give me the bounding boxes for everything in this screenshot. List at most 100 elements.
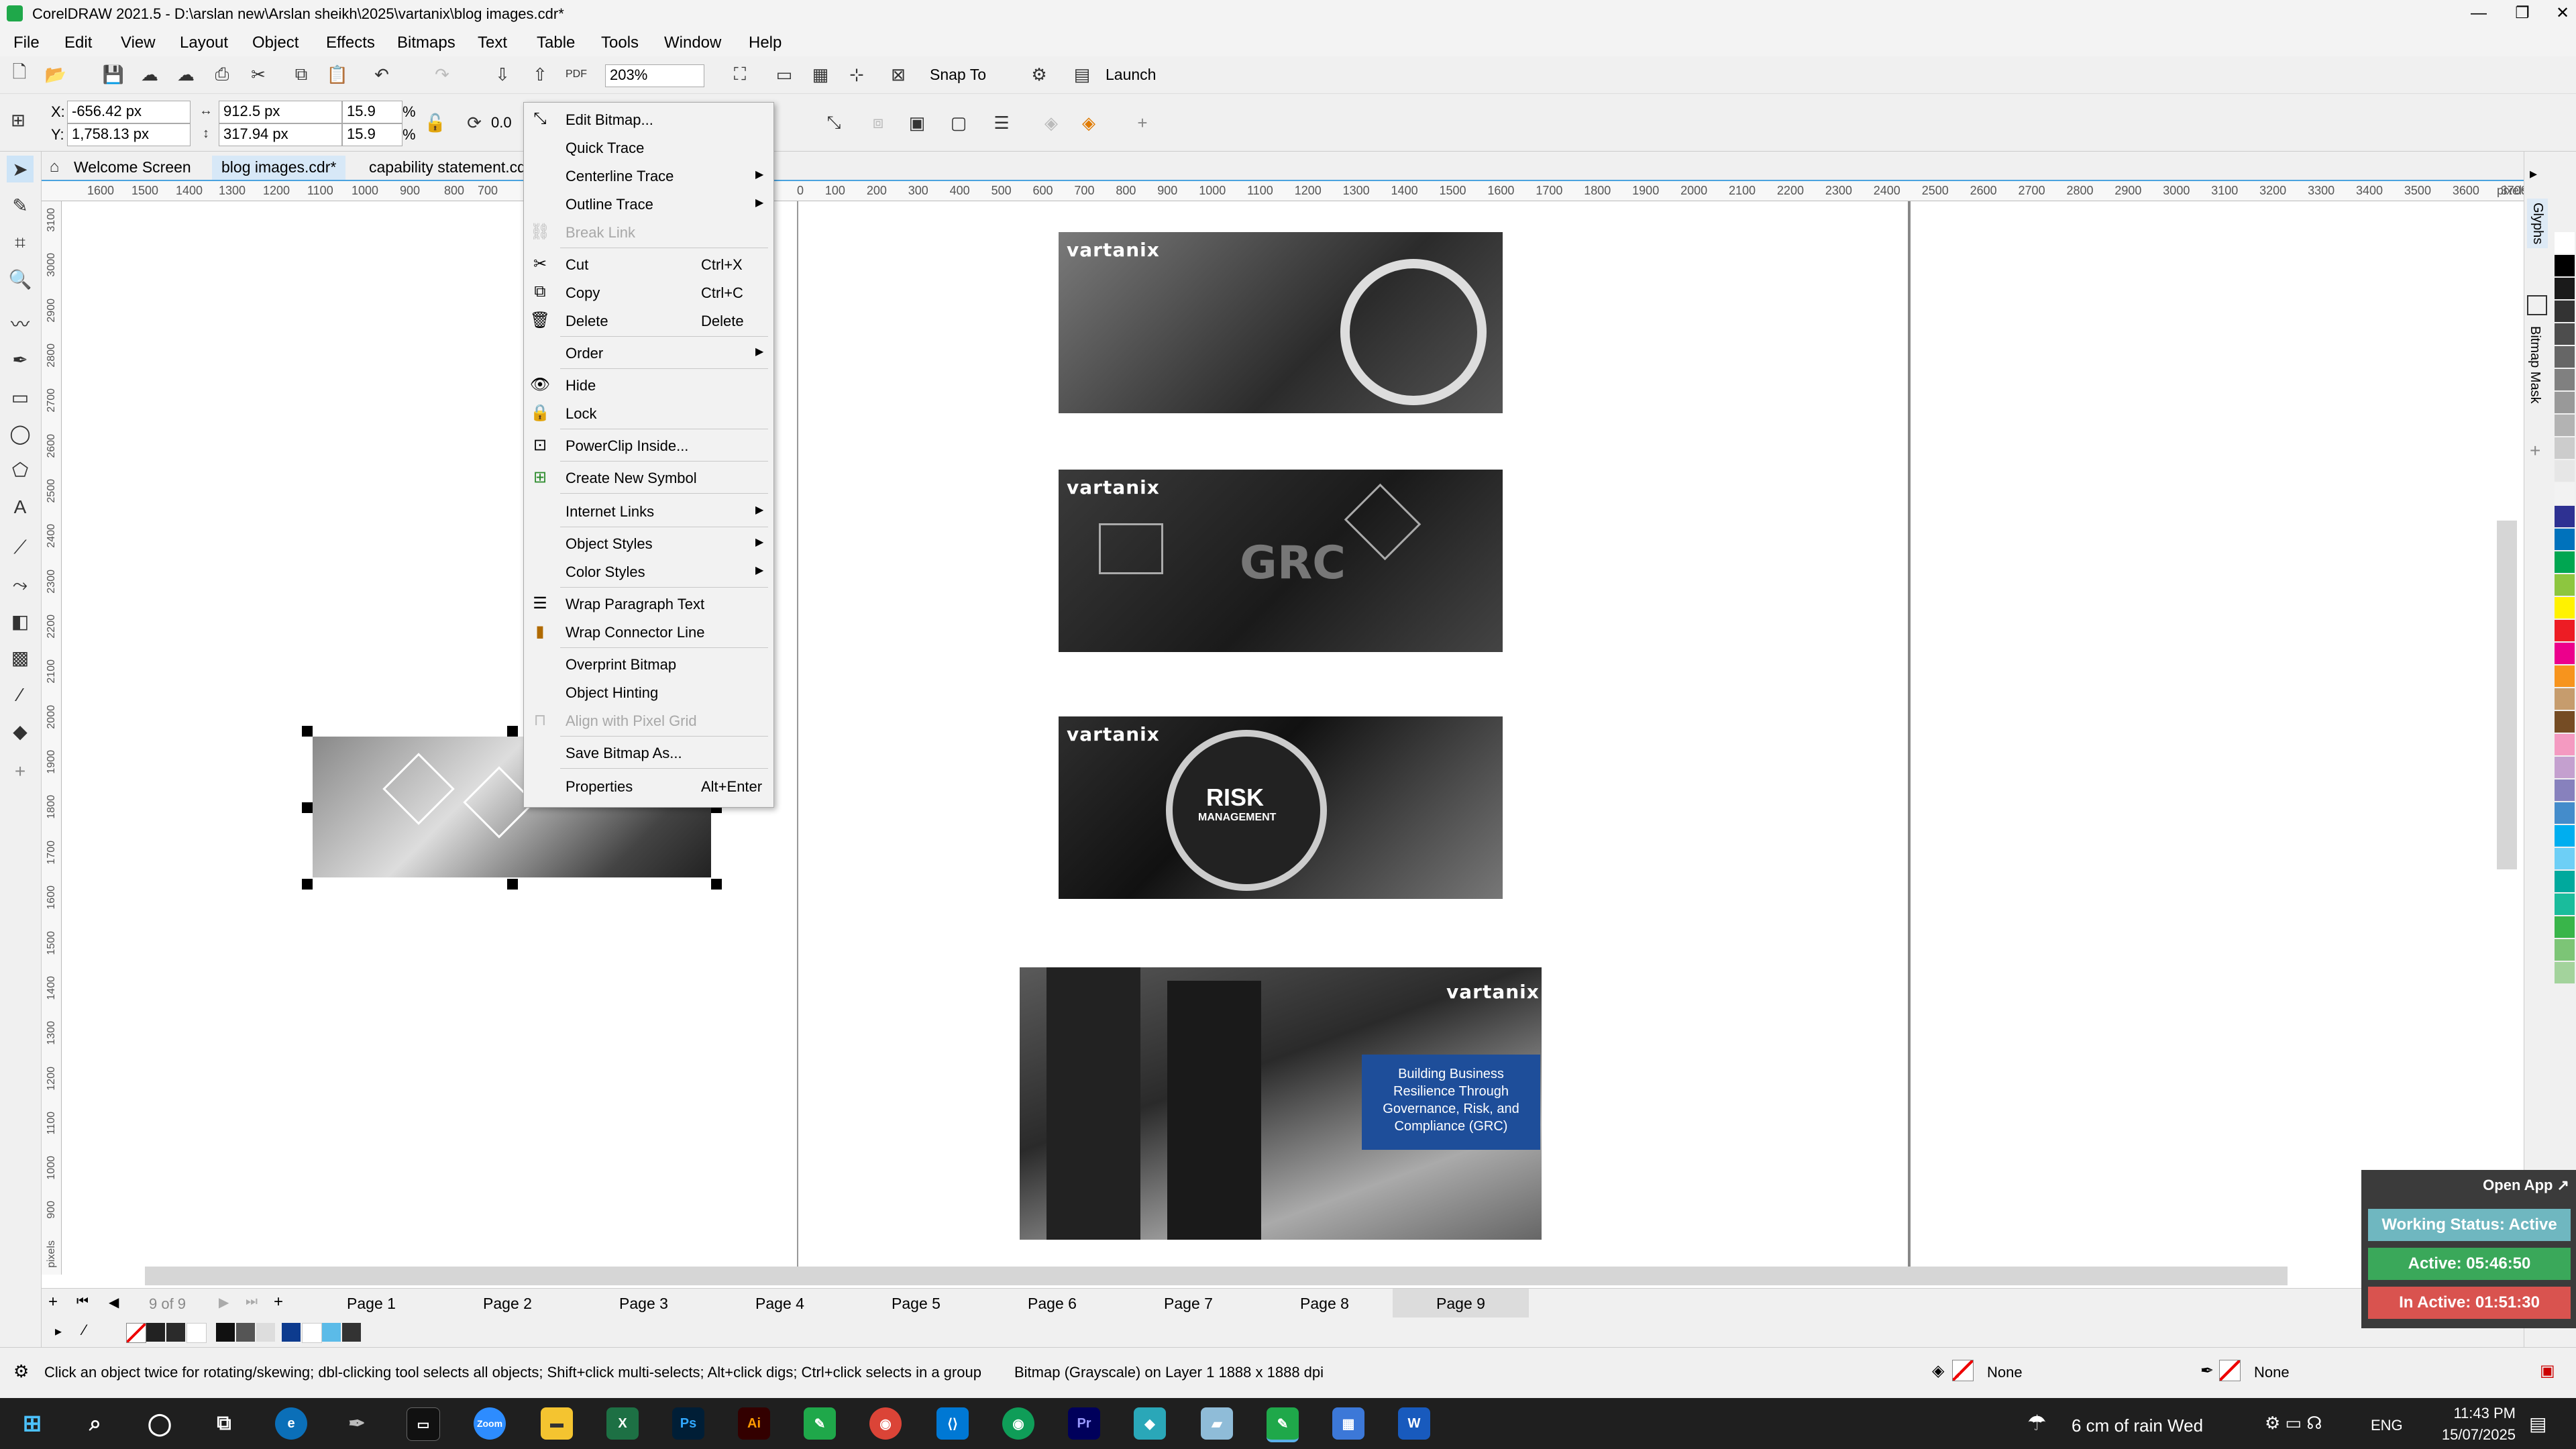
palette-swatch[interactable] (2555, 369, 2575, 390)
palette-swatch[interactable] (2555, 301, 2575, 322)
ctx-centerline-trace[interactable]: Centerline Trace ▶ (524, 163, 773, 190)
paste-icon[interactable]: 📋 (325, 62, 350, 87)
menu-object[interactable]: Object (252, 34, 299, 52)
windows-start-icon[interactable]: ⊞ (16, 1407, 48, 1440)
color-swatch[interactable] (342, 1323, 361, 1342)
page-tab-6[interactable]: Page 6 (984, 1289, 1120, 1318)
add-docker-icon[interactable]: + (2530, 440, 2540, 462)
minimize-button[interactable]: — (2455, 0, 2502, 28)
ctx-color-styles[interactable]: Color Styles ▶ (524, 559, 773, 586)
tab-welcome-screen[interactable]: Welcome Screen (64, 156, 201, 180)
palette-swatch[interactable] (2555, 278, 2575, 299)
add-page-end-icon[interactable]: + (274, 1293, 283, 1311)
menu-effects[interactable]: Effects (326, 34, 375, 52)
close-button[interactable]: ✕ (2539, 0, 2576, 28)
settings-gear-icon[interactable]: ⚙ (13, 1361, 29, 1382)
x-position-field[interactable]: -656.42 px (67, 101, 191, 123)
ctx-properties[interactable]: Properties Alt+Enter (524, 773, 773, 800)
dimension-tool-icon[interactable]: ⟋ (7, 534, 34, 561)
selection-handle[interactable] (302, 879, 313, 890)
copy-icon[interactable]: ⧉ (288, 62, 314, 87)
eyedropper-tool-icon[interactable]: ⁄ (7, 682, 34, 708)
pen-app-icon[interactable]: ✒ (341, 1407, 373, 1440)
shape-tool-icon[interactable]: ✎ (7, 192, 34, 219)
menu-tools[interactable]: Tools (601, 34, 639, 52)
text-tool-icon[interactable]: A (7, 494, 34, 521)
docker-arrow-icon[interactable]: ▸ (2530, 165, 2537, 182)
menu-help[interactable]: Help (749, 34, 782, 52)
menu-view[interactable]: View (121, 34, 156, 52)
word-icon[interactable]: W (1398, 1407, 1430, 1440)
connector-tool-icon[interactable]: ⤳ (7, 572, 34, 598)
chrome-icon[interactable]: ◉ (869, 1407, 902, 1440)
bitmap-frame-icon[interactable]: ▢ (946, 110, 971, 136)
coreldraw-active-icon[interactable]: ✎ (1267, 1407, 1299, 1442)
ctx-object-styles[interactable]: Object Styles ▶ (524, 531, 773, 557)
tab-glyphs[interactable]: Glyphs (2527, 199, 2548, 249)
palette-swatch[interactable] (2555, 437, 2575, 459)
vscode-icon[interactable]: ⟨⟩ (936, 1407, 969, 1440)
add-tool-icon[interactable]: + (7, 758, 34, 785)
cloud-download-icon[interactable]: ☁ (173, 62, 199, 87)
palette-swatch[interactable] (2555, 346, 2575, 368)
menu-window[interactable]: Window (664, 34, 721, 52)
palette-arrow-icon[interactable]: ▸ (55, 1323, 62, 1340)
menu-table[interactable]: Table (537, 34, 575, 52)
clock-date[interactable]: 15/07/2025 (2424, 1426, 2516, 1444)
ctx-internet-links[interactable]: Internet Links ▶ (524, 498, 773, 525)
palette-swatch[interactable] (2555, 802, 2575, 824)
color-swatch[interactable] (146, 1323, 165, 1342)
menu-edit[interactable]: Edit (64, 34, 92, 52)
page-tab-1[interactable]: Page 1 (303, 1289, 439, 1318)
wrap-text-toolbar-icon[interactable]: ☰ (989, 110, 1014, 136)
photoshop-icon[interactable]: Ps (672, 1407, 704, 1440)
selection-handle[interactable] (302, 802, 313, 813)
palette-swatch[interactable] (2555, 848, 2575, 869)
outline-none-swatch[interactable] (2219, 1360, 2241, 1381)
selection-handle[interactable] (507, 726, 518, 737)
open-folder-icon[interactable]: 📂 (43, 62, 68, 87)
chrome-profile-icon[interactable]: ◉ (1002, 1407, 1034, 1440)
page-tab-8[interactable]: Page 8 (1256, 1289, 1393, 1318)
tab-bitmap-mask[interactable]: Bitmap Mask (2527, 326, 2542, 404)
page-tab-9[interactable]: Page 9 (1393, 1289, 1529, 1318)
crop-bitmap-icon[interactable]: ⧈ (865, 110, 891, 136)
export-icon[interactable]: ⇧ (527, 62, 553, 87)
prev-page-icon[interactable]: ◀ (109, 1294, 119, 1311)
height-field[interactable]: 317.94 px (219, 123, 342, 146)
palette-swatch[interactable] (2555, 734, 2575, 755)
blog-image-3[interactable]: vartanix RISK MANAGEMENT (1059, 716, 1503, 899)
zoom-tool-icon[interactable]: 🔍 (7, 266, 34, 292)
rectangle-tool-icon[interactable]: ▭ (7, 384, 34, 411)
menu-file[interactable]: File (13, 34, 40, 52)
app-icon[interactable]: ▰ (1201, 1407, 1233, 1440)
add-page-icon[interactable]: + (48, 1293, 58, 1311)
last-page-icon[interactable]: ⏭ (246, 1294, 258, 1309)
ctx-lock[interactable]: 🔒 Lock (524, 400, 773, 427)
edge-icon[interactable]: e (275, 1407, 307, 1440)
color-swatch[interactable] (166, 1323, 185, 1342)
to-front-icon[interactable]: ◈ (1038, 110, 1064, 136)
ctx-edit-bitmap[interactable]: ⤡ Edit Bitmap... (524, 107, 773, 133)
tray-icons[interactable]: ⚙ ▭ ☊ (2265, 1413, 2322, 1434)
palette-swatch[interactable] (2555, 620, 2575, 641)
ctx-order[interactable]: Order ▶ (524, 340, 773, 367)
palette-swatch[interactable] (2555, 894, 2575, 915)
calculator-icon[interactable]: ▦ (1332, 1407, 1364, 1440)
zoom-level-field[interactable]: 203% (605, 64, 704, 87)
grid-icon[interactable]: ▦ (808, 62, 833, 87)
new-document-icon[interactable]: 🗋 (7, 62, 32, 87)
ctx-object-hinting[interactable]: Object Hinting (524, 680, 773, 706)
palette-swatch[interactable] (2555, 392, 2575, 413)
blog-image-4[interactable]: vartanix Building Business Resilience Th… (1020, 967, 1542, 1240)
color-proof-icon[interactable]: ▣ (2540, 1361, 2555, 1381)
palette-swatch[interactable] (2555, 939, 2575, 961)
palette-swatch[interactable] (2555, 255, 2575, 276)
selection-handle[interactable] (302, 726, 313, 737)
color-swatch[interactable] (302, 1323, 322, 1343)
scale-y-field[interactable]: 15.9 (342, 123, 402, 146)
pdf-icon[interactable]: PDF (564, 62, 589, 87)
palette-swatch[interactable] (2555, 415, 2575, 436)
add-icon[interactable]: + (1130, 110, 1155, 136)
ctx-overprint-bitmap[interactable]: Overprint Bitmap (524, 651, 773, 678)
